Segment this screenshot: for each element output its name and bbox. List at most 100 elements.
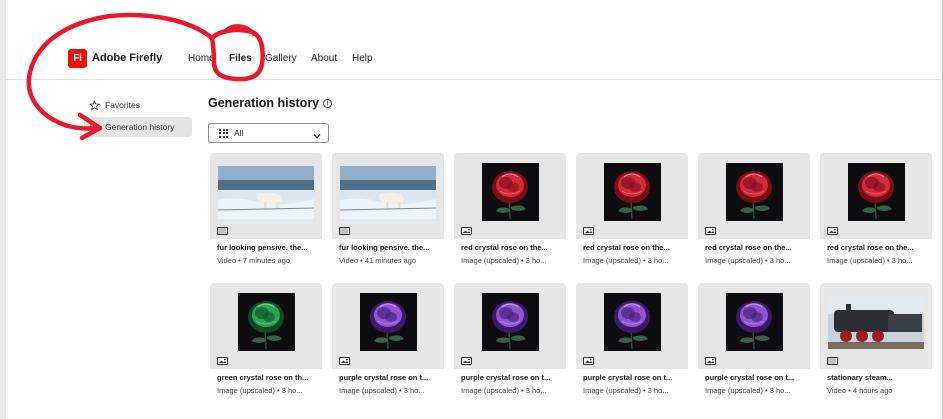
generation-card[interactable]: purple crystal rose on t... Image (upscal… <box>454 283 566 403</box>
card-meta: Video • 41 minutes ago <box>339 256 417 265</box>
generation-card[interactable]: fur looking pensive. the... Video • 7 min… <box>210 153 322 273</box>
nav-gallery[interactable]: Gallery <box>265 53 297 64</box>
thumbnail-area[interactable] <box>210 153 322 235</box>
thumbnail-image <box>828 296 924 349</box>
thumbnail-image <box>848 163 905 221</box>
card-info: purple crystal rose on t... Image (upscal… <box>698 369 810 403</box>
card-meta: Image (upscaled) • 3 ho... <box>583 386 669 395</box>
card-meta: Image (upscaled) • 3 ho... <box>827 256 913 265</box>
sidebar-item-label: Favorites <box>105 100 140 110</box>
image-icon <box>705 357 716 365</box>
sidebar-item-label: Generation history <box>105 122 175 132</box>
star-icon <box>88 99 100 111</box>
card-info: purple crystal rose on t... Image (upscal… <box>454 369 566 403</box>
thumbnail-area[interactable] <box>210 283 322 365</box>
card-title: fur looking pensive. the... <box>217 243 308 252</box>
generation-card[interactable]: red crystal rose on the... Image (upscale… <box>576 153 688 273</box>
card-title: red crystal rose on the... <box>705 243 792 252</box>
generation-card[interactable]: red crystal rose on the... Image (upscale… <box>698 153 810 273</box>
thumbnail-image <box>340 166 436 219</box>
thumbnail-image <box>218 166 314 219</box>
generation-card[interactable]: red crystal rose on the... Image (upscale… <box>820 153 932 273</box>
card-meta: Video • 4 hours ago <box>827 386 893 395</box>
thumbnail-area[interactable] <box>576 153 688 235</box>
grid-icon <box>219 128 228 138</box>
card-meta: Video • 7 minutes ago <box>217 256 290 265</box>
thumbnail-area[interactable] <box>454 153 566 235</box>
card-meta: Image (upscaled) • 3 ho... <box>461 386 547 395</box>
image-icon <box>583 227 594 235</box>
thumbnail-image <box>604 293 661 351</box>
generation-card[interactable]: fur looking pensive. the... Video • 41 mi… <box>332 153 444 273</box>
card-info: purple crystal rose on t... Image (upscal… <box>576 369 688 403</box>
generation-card[interactable]: purple crystal rose on t... Image (upscal… <box>698 283 810 403</box>
thumbnail-image <box>726 293 783 351</box>
card-title: purple crystal rose on t... <box>583 373 673 382</box>
generation-card[interactable]: purple crystal rose on t... Image (upscal… <box>576 283 688 403</box>
card-meta: Image (upscaled) • 3 ho... <box>583 256 669 265</box>
card-info: purple crystal rose on t... Image (upscal… <box>332 369 444 403</box>
top-header: Fi Adobe Firefly Home Files Gallery Abou… <box>0 0 943 80</box>
image-icon <box>705 227 716 235</box>
brand-name[interactable]: Adobe Firefly <box>92 52 162 64</box>
card-info: red crystal rose on the... Image (upscale… <box>454 239 566 273</box>
image-icon <box>339 357 350 365</box>
image-icon <box>583 357 594 365</box>
page-title: Generation history <box>208 96 320 110</box>
card-meta: Image (upscaled) • 3 ho... <box>461 256 547 265</box>
video-icon <box>217 227 228 235</box>
card-title: red crystal rose on the... <box>827 243 914 252</box>
thumbnail-area[interactable] <box>820 283 932 365</box>
info-icon[interactable]: i <box>323 99 332 108</box>
generation-card[interactable]: stationary steam... Video • 4 hours ago <box>820 283 932 403</box>
generation-card[interactable]: green crystal rose on th... Image (upscal… <box>210 283 322 403</box>
card-title: purple crystal rose on t... <box>339 373 429 382</box>
sidebar-item-favorites[interactable]: Favorites <box>84 95 192 115</box>
chevron-down-icon <box>312 128 322 139</box>
thumbnail-image <box>604 163 661 221</box>
card-info: red crystal rose on the... Image (upscale… <box>576 239 688 273</box>
adobe-firefly-logo[interactable]: Fi <box>68 49 87 68</box>
thumbnail-area[interactable] <box>332 283 444 365</box>
card-info: fur looking pensive. the... Video • 7 min… <box>210 239 322 273</box>
card-info: red crystal rose on the... Image (upscale… <box>820 239 932 273</box>
nav-help[interactable]: Help <box>352 53 373 64</box>
thumbnail-image <box>238 293 295 351</box>
card-info: red crystal rose on the... Image (upscale… <box>698 239 810 273</box>
clock-icon <box>88 121 100 133</box>
video-icon <box>339 227 350 235</box>
generation-card[interactable]: purple crystal rose on t... Image (upscal… <box>332 283 444 403</box>
card-meta: Image (upscaled) • 3 ho... <box>339 386 425 395</box>
filter-value: All <box>234 128 244 138</box>
image-icon <box>827 227 838 235</box>
thumbnail-image <box>360 293 417 351</box>
thumbnail-area[interactable] <box>820 153 932 235</box>
card-title: fur looking pensive. the... <box>339 243 430 252</box>
video-icon <box>827 357 838 365</box>
image-icon <box>217 357 228 365</box>
thumbnail-area[interactable] <box>698 153 810 235</box>
card-title: purple crystal rose on t... <box>461 373 551 382</box>
thumbnail-image <box>726 163 783 221</box>
card-meta: Image (upscaled) • 3 ho... <box>705 256 791 265</box>
card-info: stationary steam... Video • 4 hours ago <box>820 369 932 403</box>
image-icon <box>461 227 472 235</box>
generation-card[interactable]: red crystal rose on the... Image (upscale… <box>454 153 566 273</box>
thumbnail-area[interactable] <box>454 283 566 365</box>
card-title: red crystal rose on the... <box>583 243 670 252</box>
nav-about[interactable]: About <box>311 53 337 64</box>
thumbnail-area[interactable] <box>332 153 444 235</box>
filter-dropdown[interactable]: All <box>208 123 329 143</box>
sidebar-item-generation-history[interactable]: Generation history <box>84 117 192 137</box>
thumbnail-image <box>482 293 539 351</box>
thumbnail-area[interactable] <box>698 283 810 365</box>
thumbnail-area[interactable] <box>576 283 688 365</box>
card-meta: Image (upscaled) • 3 ho... <box>705 386 791 395</box>
card-title: stationary steam... <box>827 373 893 382</box>
nav-files[interactable]: Files <box>229 53 252 64</box>
nav-home[interactable]: Home <box>188 53 215 64</box>
card-title: purple crystal rose on t... <box>705 373 795 382</box>
card-meta: Image (upscaled) • 3 ho... <box>217 386 303 395</box>
thumbnail-image <box>482 163 539 221</box>
card-info: green crystal rose on th... Image (upscal… <box>210 369 322 403</box>
